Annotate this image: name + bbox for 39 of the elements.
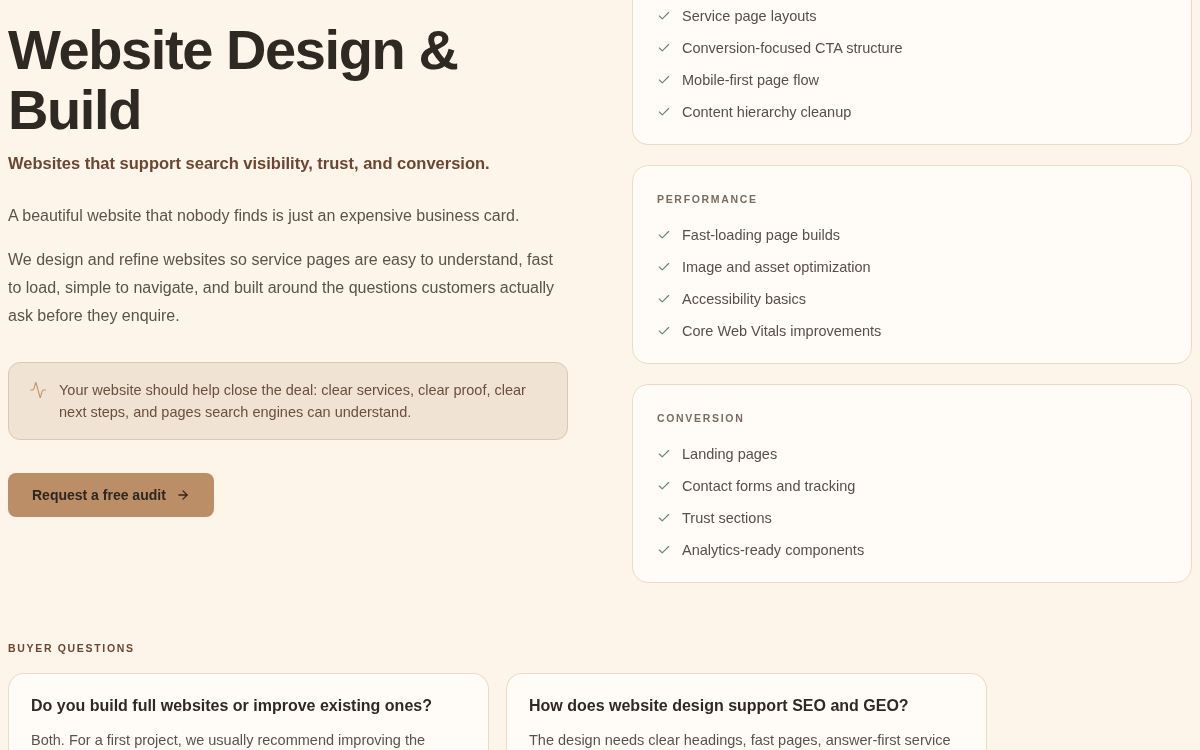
faq-question: How does website design support SEO and GEO? — [529, 696, 910, 716]
feature-item: Fast-loading page builds — [682, 226, 840, 245]
check-icon — [657, 105, 671, 119]
faq-question: Do you build full websites or improve existing ones? — [31, 696, 433, 716]
audit-request-button[interactable]: Request a free audit — [8, 473, 214, 517]
check-icon — [657, 543, 671, 557]
card-label: PERFORMANCE — [657, 192, 759, 207]
faq-answer: Both. For a first project, we usually recommend improving the — [31, 731, 427, 750]
pulse-icon — [29, 381, 47, 399]
check-icon — [657, 479, 671, 493]
feature-item: Landing pages — [682, 445, 778, 464]
check-icon — [657, 447, 671, 461]
feature-item: Content hierarchy cleanup — [682, 103, 852, 122]
feature-item: Conversion-focused CTA structure — [682, 39, 903, 58]
check-icon — [657, 511, 671, 525]
subtitle: Websites that support search visibility, trust, and conversion. — [8, 153, 491, 174]
card-label: CONVERSION — [657, 411, 746, 426]
feature-item: Service page layouts — [682, 7, 817, 26]
arrow-right-icon — [175, 488, 190, 502]
check-icon — [657, 228, 671, 242]
check-icon — [657, 41, 671, 55]
body-paragraph: We design and refine websites so service pages are easy to understand, fast to load, simple to navigate, and built around the questions customers actually ask before they enquire. — [8, 250, 556, 326]
check-icon — [657, 292, 671, 306]
check-icon — [657, 324, 671, 338]
feature-item: Mobile-first page flow — [682, 71, 819, 90]
section-label: BUYER QUESTIONS — [8, 641, 136, 656]
check-icon — [657, 260, 671, 274]
feature-item: Image and asset optimization — [682, 258, 871, 277]
feature-item: Contact forms and tracking — [682, 477, 856, 496]
feature-item: Trust sections — [682, 509, 772, 528]
page-title: Website Design & Build — [8, 20, 459, 140]
callout-text: Your website should help close the deal: clear services, clear proof, clear next steps, and pages search engines can understand. — [59, 381, 527, 422]
feature-item: Analytics-ready components — [682, 541, 865, 560]
check-icon — [657, 9, 671, 23]
feature-item: Accessibility basics — [682, 290, 807, 309]
feature-item: Core Web Vitals improvements — [682, 322, 882, 341]
check-icon — [657, 73, 671, 87]
body-paragraph: A beautiful website that nobody finds is just an expensive business card. — [8, 206, 521, 226]
faq-answer: The design needs clear headings, fast pages, answer-first service — [529, 731, 952, 750]
